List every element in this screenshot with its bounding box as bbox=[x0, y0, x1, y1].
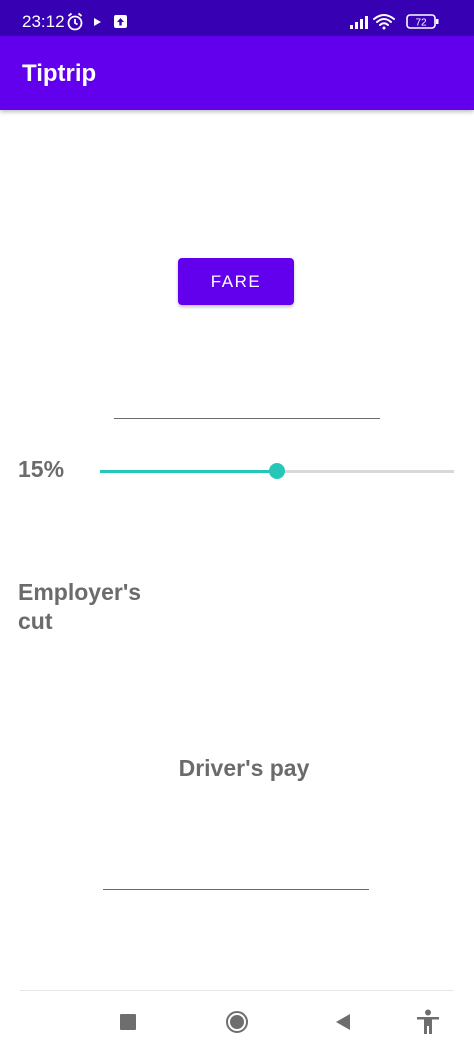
driver-pay-input[interactable] bbox=[103, 852, 369, 890]
recents-square-icon bbox=[120, 1014, 136, 1030]
home-button[interactable] bbox=[220, 1005, 254, 1039]
app-bar: Tiptrip bbox=[0, 36, 474, 110]
accessibility-icon bbox=[417, 1009, 439, 1034]
driver-pay-label: Driver's pay bbox=[178, 755, 310, 781]
wifi-icon bbox=[373, 14, 395, 30]
accessibility-button[interactable] bbox=[411, 1005, 445, 1039]
upload-icon bbox=[114, 15, 127, 28]
fare-input[interactable] bbox=[114, 380, 380, 419]
recents-button[interactable] bbox=[111, 1005, 145, 1039]
battery-level: 72 bbox=[415, 18, 427, 29]
tip-percent-label: 15% bbox=[18, 456, 65, 482]
battery-icon: 72 bbox=[406, 14, 439, 29]
home-circle-icon bbox=[226, 1011, 248, 1033]
back-triangle-icon bbox=[336, 1014, 350, 1030]
fare-button[interactable]: FARE bbox=[178, 258, 294, 305]
status-time: 23:12 bbox=[22, 12, 65, 31]
tip-slider[interactable] bbox=[100, 460, 454, 482]
status-icons-right: 72 bbox=[350, 14, 439, 30]
slider-thumb[interactable] bbox=[269, 463, 285, 479]
back-button[interactable] bbox=[326, 1005, 360, 1039]
status-bar: 23:12 72 bbox=[0, 0, 474, 36]
alarm-icon bbox=[67, 12, 83, 31]
nav-bar bbox=[0, 991, 474, 1053]
play-icon bbox=[94, 18, 101, 26]
status-icons-left bbox=[67, 12, 127, 31]
employer-cut-label: Employer's cut bbox=[18, 579, 142, 634]
slider-fill bbox=[100, 470, 277, 473]
signal-icon bbox=[350, 16, 368, 29]
app-title: Tiptrip bbox=[22, 60, 97, 87]
